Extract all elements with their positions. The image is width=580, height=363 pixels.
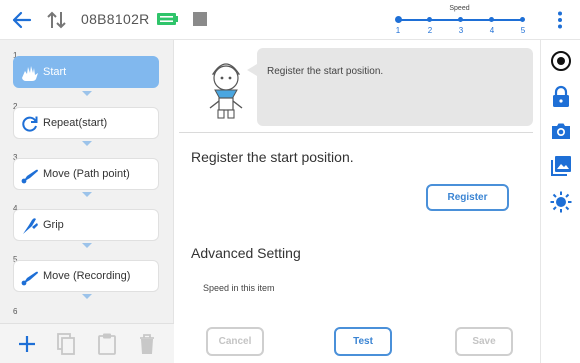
step-item-start[interactable]: Start [13,56,159,88]
save-button[interactable]: Save [455,327,513,356]
gallery-icon[interactable] [549,154,573,178]
section-title: Register the start position. [191,149,354,165]
main-panel: Register the start position. Register th… [175,40,540,363]
speed-num-3: 3 [458,26,464,35]
step-label: Start [43,66,67,78]
speed-num-1: 1 [395,26,401,35]
hint-text: Register the start position. [267,66,384,77]
speed-num-2: 2 [427,26,433,35]
step-item-repeat[interactable]: Repeat(start) [13,107,159,139]
copy-icon[interactable] [55,332,77,356]
add-icon[interactable] [16,332,38,356]
speed-level-2[interactable] [427,17,432,22]
robot-id: 08B8102R [81,11,150,27]
step-label: Move (Path point) [43,168,130,180]
right-toolbar [540,40,580,363]
speed-num-4: 4 [489,26,495,35]
divider [179,132,533,133]
back-arrow-icon[interactable] [10,9,32,31]
robot-mascot-illustration [209,63,243,119]
top-bar: 08B8102R Speed 1 2 3 4 5 [0,0,580,40]
hint-bubble: Register the start position. [247,48,533,126]
step-item-grip[interactable]: Grip [13,209,159,241]
step-item-move-path-point[interactable]: Move (Path point) [13,158,159,190]
speed-label: Speed [449,5,470,12]
stop-button[interactable] [193,12,207,26]
register-button[interactable]: Register [426,184,509,211]
lock-icon[interactable] [549,84,573,108]
step-connector-arrow [82,294,92,299]
cancel-button[interactable]: Cancel [206,327,264,356]
robot-arm-icon [21,169,38,184]
step-item-move-recording[interactable]: Move (Recording) [13,260,159,292]
step-label: Repeat(start) [43,117,108,129]
speed-num-5: 5 [520,26,526,35]
speed-level-3[interactable] [458,17,463,22]
step-connector-arrow [82,243,92,248]
start-hand-icon [22,66,38,81]
step-label: Grip [43,219,64,231]
advanced-setting-title: Advanced Setting [191,245,301,261]
speed-level-5[interactable] [520,17,525,22]
speed-level-4[interactable] [489,17,494,22]
sort-arrows-icon[interactable] [46,9,68,31]
paste-icon[interactable] [96,332,118,356]
step-connector-arrow [82,91,92,96]
step-label: Move (Recording) [43,270,131,282]
battery-icon [157,13,178,25]
step-number: 6 [13,307,18,316]
step-list-panel: 1 Start 2 Repeat(start) 3 Move (Path poi… [0,40,174,363]
test-button[interactable]: Test [334,327,392,356]
speed-slider[interactable]: Speed 1 2 3 4 5 [392,4,527,36]
more-options-icon[interactable] [555,10,565,30]
repeat-icon [22,116,38,132]
speed-level-1[interactable] [395,16,402,23]
gripper-icon [23,218,38,234]
camera-icon[interactable] [549,119,573,143]
step-connector-arrow [82,192,92,197]
step-toolbar [0,323,174,363]
speed-in-item-label: Speed in this item [203,283,275,293]
delete-icon[interactable] [136,332,158,356]
target-icon[interactable] [549,49,573,73]
step-connector-arrow [82,141,92,146]
brightness-icon[interactable] [549,190,573,214]
robot-arm-icon [21,271,38,286]
